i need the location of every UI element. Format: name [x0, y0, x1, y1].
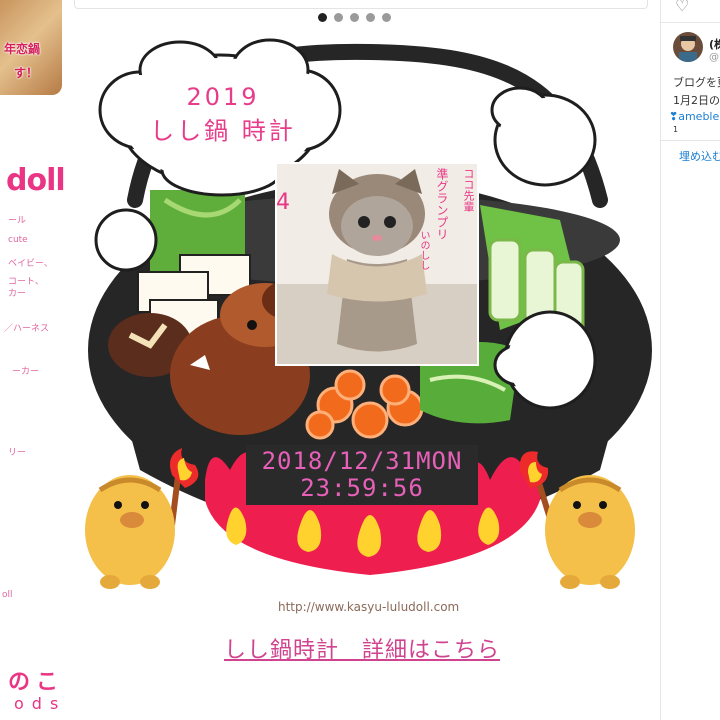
cat-award-rank: 準グランプリ	[435, 168, 449, 240]
clock-time: 23:59:56	[300, 474, 424, 502]
divider	[661, 22, 720, 23]
account-name[interactable]: (株	[709, 36, 720, 52]
avatar[interactable]	[673, 32, 703, 62]
clock-date: 2018/12/31MON	[261, 447, 463, 475]
cat-caption: いのしし	[418, 230, 429, 270]
cat-entry-number: 4	[276, 190, 290, 215]
details-link[interactable]: しし鍋時計 詳細はこちら	[224, 632, 500, 664]
like-heart-icon[interactable]: ♡	[675, 0, 689, 15]
digital-clock: 2018/12/31MON 23:59:56	[246, 445, 478, 505]
tweet-count: 1	[673, 125, 679, 134]
clock-title-year: 2019	[186, 83, 260, 111]
cat-name: ココ先輩	[462, 168, 475, 212]
clock-title-name: しし鍋 時計	[150, 117, 296, 145]
right-sidebar-tweet: ♡ (株 @ ブログを更 1月2日の ❣ameble 1 埋め込む	[660, 0, 720, 720]
embed-link[interactable]: 埋め込む	[679, 148, 720, 164]
clock-title: 2019 しし鍋 時計	[128, 80, 318, 148]
tweet-text-line: 1月2日の	[673, 94, 720, 107]
account-handle[interactable]: @	[709, 52, 719, 63]
site-url[interactable]: http://www.kasyu-luludoll.com	[278, 600, 459, 614]
tweet-link[interactable]: ❣ameble	[669, 110, 719, 123]
tweet-text-line: ブログを更	[673, 76, 720, 89]
divider	[661, 140, 720, 141]
